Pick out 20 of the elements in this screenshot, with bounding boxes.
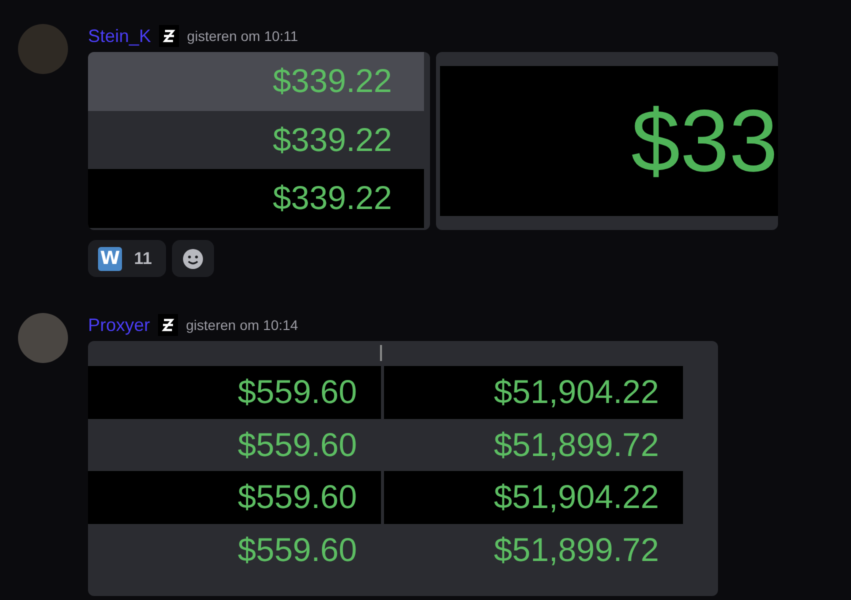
timestamp: gisteren om 10:14 (186, 317, 298, 333)
table-cell: $51,904.22 (384, 366, 683, 418)
table-cell: $339.22 (88, 52, 424, 111)
table-cell: $339.22 (88, 169, 424, 228)
avatar[interactable] (18, 24, 68, 74)
spreadsheet-screenshot[interactable]: $559.60 $51,904.22 $559.60 $51,899.72 $559.60 $51,904.22 $559.60 $51,899.72 (88, 341, 718, 596)
timestamp: gisteren om 10:11 (187, 28, 298, 44)
zoomed-screenshot[interactable]: $33 (436, 52, 778, 230)
table-cell: $51,904.22 (384, 471, 683, 524)
badge-icon (158, 314, 178, 336)
avatar[interactable] (18, 313, 68, 363)
table-cell: $559.60 (88, 471, 381, 524)
table-cell: $559.60 (88, 366, 381, 418)
smiley-icon (182, 248, 204, 270)
add-reaction-button[interactable] (172, 240, 214, 277)
spreadsheet-screenshot[interactable]: $339.22 $339.22 $339.22 (88, 52, 430, 230)
emoji-letter: W (98, 246, 122, 270)
badge-icon (159, 25, 180, 47)
price-text: $33 (631, 97, 778, 185)
reaction-button[interactable]: W 11 (88, 240, 166, 277)
